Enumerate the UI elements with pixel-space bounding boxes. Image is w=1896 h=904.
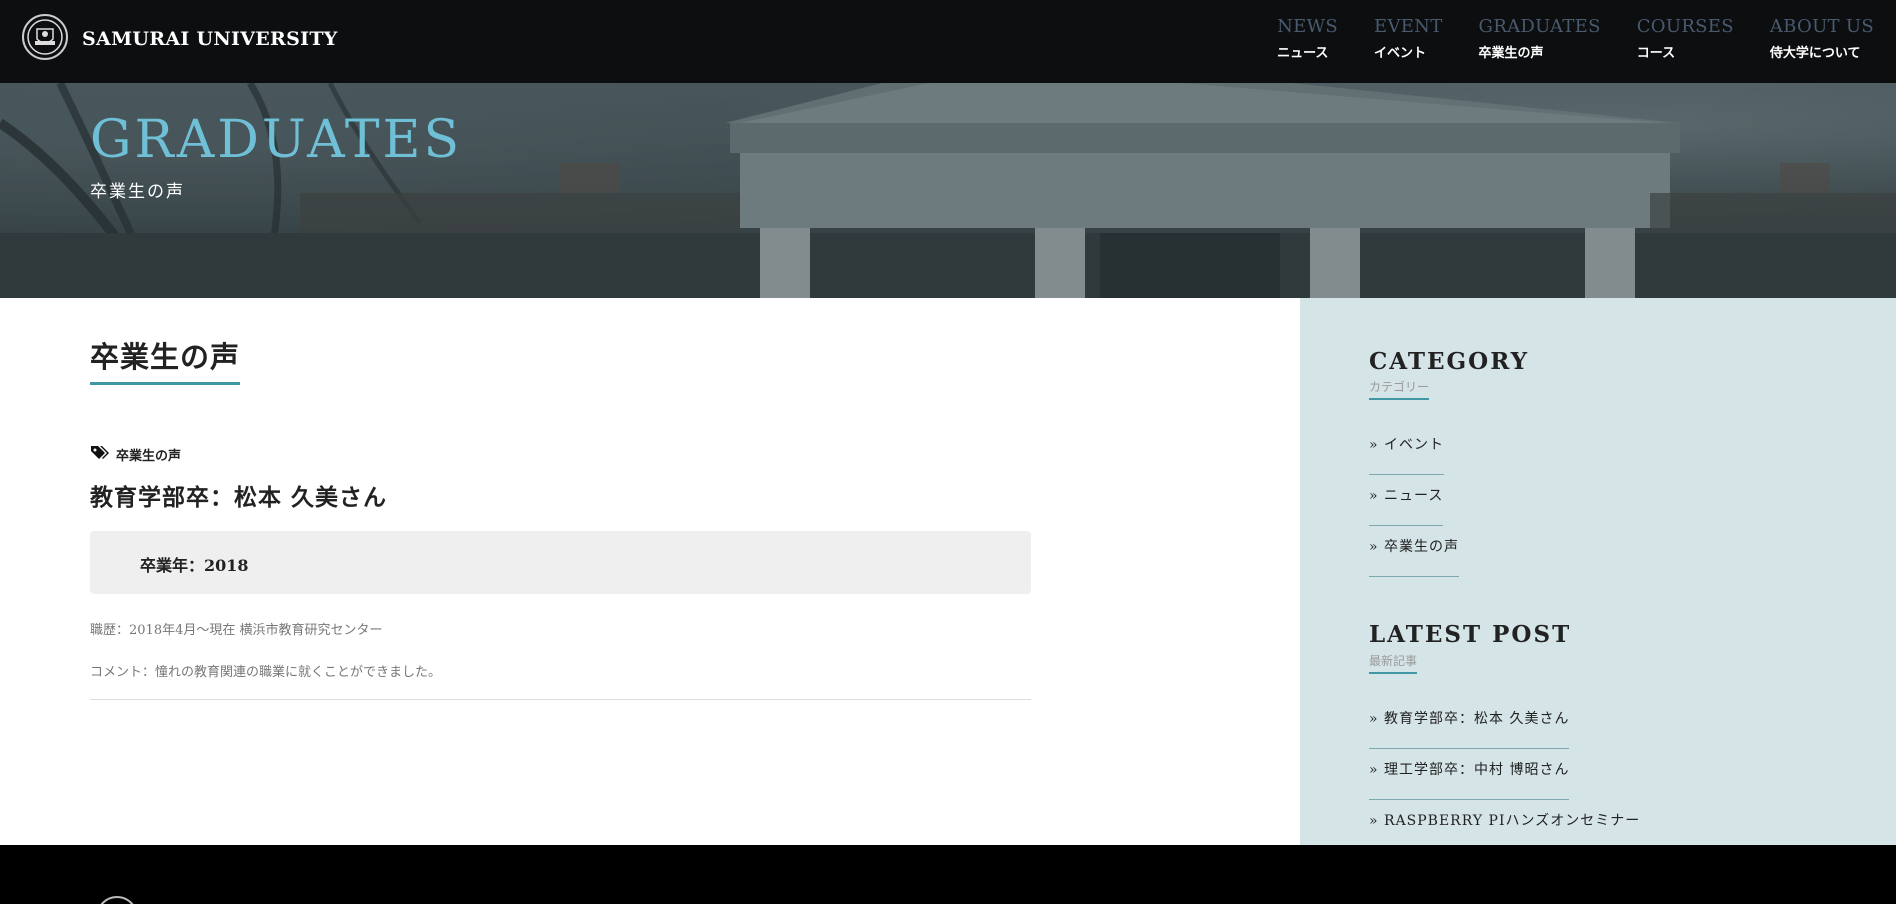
post-category-label: 卒業生の声 [116, 448, 182, 464]
nav-label-ja: 卒業生の声 [1478, 46, 1544, 61]
nav-label-ja: ニュース [1277, 46, 1329, 61]
sidebar-category-event[interactable]: » イベント [1369, 434, 1445, 475]
category-heading: CATEGORY [1369, 348, 1530, 375]
post-divider [90, 699, 1031, 700]
main-nav: NEWS ニュース EVENT イベント GRADUATES 卒業生の声 COU… [1277, 16, 1874, 61]
latest-post-subheading: 最新記事 [1369, 652, 1418, 674]
nav-label-ja: 侍大学について [1769, 46, 1861, 61]
nav-item-news[interactable]: NEWS ニュース [1277, 16, 1338, 61]
site-header: SAMURAI UNIVERSITY NEWS ニュース EVENT イベント … [0, 0, 1896, 83]
career-text: 職歴：2018年4月～現在 横浜市教育研究センター [90, 623, 383, 638]
site-footer [0, 845, 1896, 904]
post-category[interactable]: 卒業生の声 [90, 444, 181, 464]
hero-banner: GRADUATES 卒業生の声 [0, 83, 1896, 298]
footer-logo-icon[interactable] [96, 896, 138, 904]
hero-title: GRADUATES [90, 110, 463, 170]
nav-label-ja: コース [1636, 46, 1676, 61]
nav-label-en: EVENT [1374, 16, 1443, 37]
main-content: 卒業生の声 卒業生の声 教育学部卒：松本 久美さん 卒業年：2018 職歴：20… [0, 298, 1300, 845]
latest-post-heading: LATEST POST [1369, 621, 1572, 648]
university-logo-icon[interactable] [22, 14, 68, 60]
category-subheading: カテゴリー [1369, 378, 1430, 400]
sidebar-category-news[interactable]: » ニュース [1369, 485, 1444, 526]
nav-label-en: GRADUATES [1478, 16, 1601, 37]
graduation-year: 卒業年：2018 [140, 556, 249, 575]
nav-item-about[interactable]: ABOUT US 侍大学について [1770, 16, 1874, 61]
nav-item-graduates[interactable]: GRADUATES 卒業生の声 [1479, 16, 1601, 61]
comment-text: コメント：憧れの教育関連の職業に就くことができました。 [90, 665, 442, 680]
brand-name[interactable]: SAMURAI UNIVERSITY [82, 28, 338, 50]
sidebar-latest-post[interactable]: » 教育学部卒：松本 久美さん [1369, 708, 1570, 749]
sidebar: CATEGORY カテゴリー » イベント » ニュース » 卒業生の声 LAT… [1300, 298, 1896, 851]
nav-label-en: COURSES [1636, 16, 1734, 37]
graduation-year-box: 卒業年：2018 [90, 531, 1031, 594]
nav-label-en: ABOUT US [1769, 16, 1874, 37]
page-title: 卒業生の声 [90, 334, 241, 385]
nav-item-courses[interactable]: COURSES コース [1637, 16, 1734, 61]
tag-icon [90, 444, 110, 464]
sidebar-category-graduates[interactable]: » 卒業生の声 [1369, 536, 1460, 577]
nav-label-en: NEWS [1277, 16, 1338, 37]
sidebar-latest-post[interactable]: » 理工学部卒：中村 博昭さん [1369, 759, 1570, 800]
hero-subtitle: 卒業生の声 [90, 182, 185, 202]
nav-label-ja: イベント [1374, 46, 1427, 61]
post-title[interactable]: 教育学部卒：松本 久美さん [90, 478, 387, 512]
nav-item-event[interactable]: EVENT イベント [1374, 16, 1443, 61]
